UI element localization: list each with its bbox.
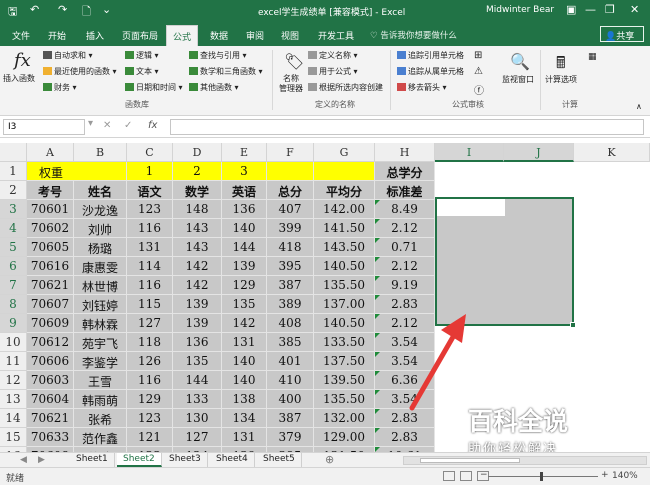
prev-sheet-icon[interactable]: ◀ [20, 455, 27, 465]
watermark: 百科全说 助你轻松解决 [468, 402, 618, 457]
sheet-tab-bar: ◀ ▶ Sheet1 Sheet2 Sheet3 Sheet4 Sheet5 ⊕ [0, 452, 650, 467]
sheet-tab-sheet4[interactable]: Sheet4 [210, 453, 255, 467]
zoom-level[interactable]: 140% [612, 471, 638, 481]
watermark-title: 百科全说 [468, 407, 569, 436]
status-ready: 就绪 [6, 474, 25, 484]
scroll-thumb[interactable] [420, 458, 520, 463]
sheet-tab-sheet1[interactable]: Sheet1 [70, 453, 115, 467]
zoom-slider-knob[interactable] [540, 472, 543, 481]
page-layout-view-icon[interactable] [460, 471, 472, 481]
zoom-slider[interactable] [488, 472, 598, 481]
sheet-tab-sheet2[interactable]: Sheet2 [117, 453, 162, 467]
zoom-out-button[interactable]: − [480, 470, 488, 480]
horizontal-scrollbar[interactable] [403, 456, 647, 465]
status-bar: 就绪 − + 140% [0, 467, 650, 485]
next-sheet-icon[interactable]: ▶ [38, 455, 45, 465]
sheet-tab-sheet3[interactable]: Sheet3 [163, 453, 208, 467]
zoom-in-button[interactable]: + [601, 470, 609, 480]
excel-window: 🖫 ↶ ↷ 🗋 ⌄ excel学生成绩单 [兼容模式] - Excel Midw… [0, 0, 650, 485]
sheet-tab-sheet5[interactable]: Sheet5 [257, 453, 302, 467]
normal-view-icon[interactable] [443, 471, 455, 481]
add-sheet-icon[interactable]: ⊕ [325, 453, 334, 466]
